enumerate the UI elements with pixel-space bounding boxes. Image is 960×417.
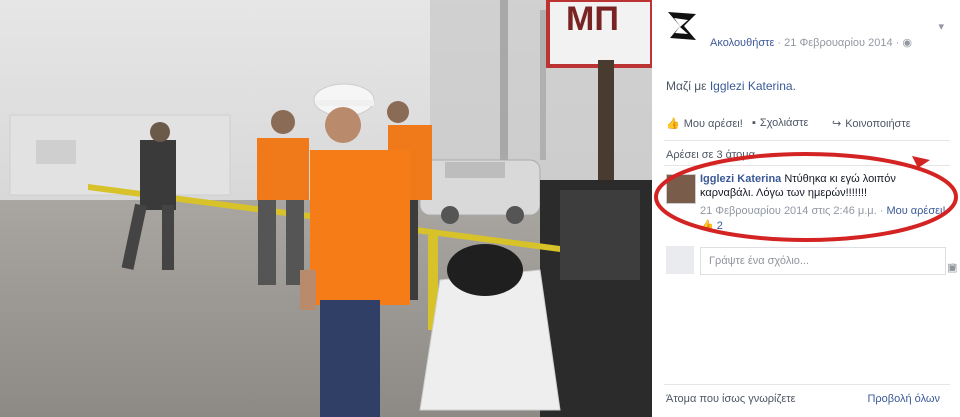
like-action[interactable]: 👍 Μου αρέσει! bbox=[666, 117, 743, 131]
likes-summary[interactable]: Αρέσει σε 3 άτομα. bbox=[666, 149, 758, 161]
comment-label: Σχολιάστε bbox=[759, 117, 809, 129]
comment-input-placeholder: Γράψτε ένα σχόλιο... bbox=[709, 255, 810, 267]
globe-icon: ◉ bbox=[902, 37, 912, 49]
tagged-person-link[interactable]: Igglezi Katerina bbox=[710, 79, 793, 93]
meta-separator: · bbox=[777, 37, 782, 49]
thumbs-up-icon: 👍 bbox=[666, 118, 680, 130]
photo-image: ΜΠ bbox=[0, 0, 652, 417]
smiley-icon[interactable]: ☺ bbox=[947, 261, 958, 273]
comment-author-link[interactable]: Igglezi Katerina bbox=[700, 173, 781, 185]
post-meta: Ακολουθήστε · 21 Φεβρουαρίου 2014 · ◉ bbox=[710, 36, 912, 49]
divider bbox=[664, 140, 950, 141]
thumbs-up-icon: 👍 bbox=[700, 220, 714, 232]
share-action[interactable]: ↪ Κοινοποιήστε bbox=[832, 117, 911, 131]
share-label: Κοινοποιήστε bbox=[845, 117, 911, 130]
follow-link[interactable]: Ακολουθήστε bbox=[710, 37, 774, 49]
post-details-panel: Ακολουθήστε · 21 Φεβρουαρίου 2014 · ◉ ▾ … bbox=[652, 0, 960, 417]
comment-like-link[interactable]: Μου αρέσει! bbox=[886, 205, 945, 217]
comment-meta: 21 Φεβρουαρίου 2014 στις 2:46 μ.μ. · Μου… bbox=[700, 205, 946, 217]
comment-input[interactable]: Γράψτε ένα σχόλιο... ▣ ☺ bbox=[700, 247, 958, 275]
caption-suffix: . bbox=[792, 79, 796, 93]
comment-like-count[interactable]: 👍 2 bbox=[700, 219, 723, 233]
comment-item: Igglezi Katerina Ντύθηκα κι εγώ λοιπόν κ… bbox=[666, 168, 950, 238]
post-caption: Μαζί με Igglezi Katerina. bbox=[666, 79, 796, 93]
post-photo[interactable]: ΜΠ bbox=[0, 0, 652, 417]
write-comment-row: Γράψτε ένα σχόλιο... ▣ ☺ bbox=[666, 245, 958, 275]
comment-timestamp[interactable]: 21 Φεβρουαρίου 2014 στις 2:46 μ.μ. bbox=[700, 205, 877, 217]
author-avatar[interactable] bbox=[666, 10, 698, 42]
divider-2 bbox=[664, 165, 950, 166]
people-you-may-know: Άτομα που ίσως γνωρίζετε Προβολή όλων bbox=[666, 393, 948, 405]
commenter-avatar[interactable] bbox=[666, 174, 696, 204]
like-label: Μου αρέσει! bbox=[683, 117, 743, 130]
divider-3 bbox=[664, 384, 950, 385]
comment-action[interactable]: ▪ Σχολιάστε bbox=[752, 117, 808, 129]
people-label: Άτομα που ίσως γνωρίζετε bbox=[666, 393, 796, 405]
post-date[interactable]: 21 Φεβρουαρίου 2014 bbox=[784, 37, 892, 49]
caption-prefix: Μαζί με bbox=[666, 79, 707, 93]
see-all-link[interactable]: Προβολή όλων bbox=[867, 393, 940, 405]
chevron-down-icon[interactable]: ▾ bbox=[938, 20, 944, 33]
redacted-mark-icon bbox=[668, 12, 696, 40]
comment-body: Igglezi Katerina Ντύθηκα κι εγώ λοιπόν κ… bbox=[700, 172, 950, 200]
svg-text:ΜΠ: ΜΠ bbox=[566, 0, 619, 38]
meta-separator-2: · bbox=[895, 37, 900, 49]
comment-like-number: 2 bbox=[716, 219, 723, 232]
post-actions: 👍 Μου αρέσει! ▪ Σχολιάστε ↪ Κοινοποιήστε bbox=[666, 117, 950, 135]
current-user-avatar bbox=[666, 246, 694, 274]
post-header: Ακολουθήστε · 21 Φεβρουαρίου 2014 · ◉ ▾ bbox=[666, 10, 950, 50]
speech-bubble-icon: ▪ bbox=[752, 117, 756, 129]
comment-meta-dot: · bbox=[879, 205, 884, 217]
share-arrow-icon: ↪ bbox=[832, 118, 842, 130]
